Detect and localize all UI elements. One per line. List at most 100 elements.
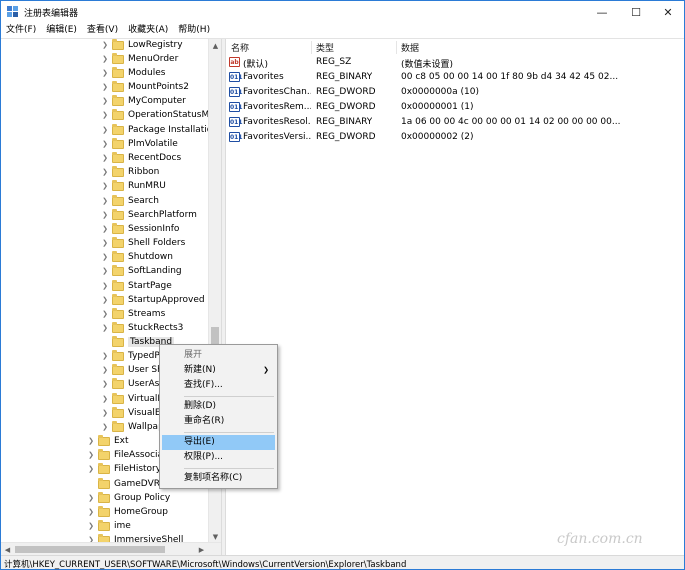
tree-item[interactable]: ❯ Streams: [100, 307, 165, 321]
chevron-right-icon[interactable]: ❯: [100, 395, 110, 403]
tree-item[interactable]: ❯ VisualEf: [100, 406, 164, 420]
tree-item[interactable]: ❯ MountPoints2: [100, 80, 189, 94]
value-row[interactable]: 011 Favorites REG_BINARY 00 c8 05 00 00 …: [226, 70, 684, 85]
tree-item[interactable]: ❯ ime: [86, 519, 131, 533]
tree-item[interactable]: ❯ RecentDocs: [100, 151, 181, 165]
tree-item[interactable]: ❯ UserAss: [100, 377, 164, 391]
chevron-right-icon[interactable]: ❯: [100, 168, 110, 176]
tree-item[interactable]: ❯ SearchPlatform: [100, 208, 197, 222]
column-header-name[interactable]: 名称: [231, 41, 249, 54]
column-divider[interactable]: [396, 41, 397, 54]
tree-item[interactable]: ❯ StartupApproved: [100, 293, 205, 307]
tree-item[interactable]: ❯ Shell Folders: [100, 236, 185, 250]
folder-icon: [112, 349, 124, 361]
tree-item[interactable]: ❯ RunMRU: [100, 179, 166, 193]
context-menu-new[interactable]: 新建(N) ❯: [162, 363, 275, 378]
close-button[interactable]: ✕: [652, 1, 684, 23]
tree-item[interactable]: ❯ SessionInfo: [100, 222, 179, 236]
value-type: REG_DWORD: [316, 102, 376, 112]
tree-item[interactable]: ❯ FileHistory: [86, 462, 161, 476]
chevron-right-icon[interactable]: ❯: [100, 409, 110, 417]
column-header-type[interactable]: 类型: [316, 41, 334, 54]
chevron-right-icon[interactable]: ❯: [100, 239, 110, 247]
column-divider[interactable]: [311, 41, 312, 54]
context-menu-find[interactable]: 查找(F)...: [162, 378, 275, 393]
chevron-right-icon[interactable]: ❯: [100, 140, 110, 148]
tree-item[interactable]: ❯ Package Installation: [100, 123, 218, 137]
maximize-button[interactable]: ☐: [620, 1, 652, 23]
value-row[interactable]: 011 FavoritesRem... REG_DWORD 0x00000001…: [226, 100, 684, 115]
context-menu-copy-key-name[interactable]: 复制项名称(C): [162, 471, 275, 486]
tree-item[interactable]: ❯ MenuOrder: [100, 52, 178, 66]
tree-item[interactable]: ❯ HomeGroup: [86, 505, 168, 519]
chevron-right-icon[interactable]: ❯: [100, 225, 110, 233]
context-menu-rename[interactable]: 重命名(R): [162, 414, 275, 429]
tree-item[interactable]: ❯ StuckRects3: [100, 321, 183, 335]
chevron-right-icon[interactable]: ❯: [86, 522, 96, 530]
minimize-button[interactable]: —: [586, 1, 618, 23]
tree-item[interactable]: ❯ StartPage: [100, 279, 172, 293]
value-row[interactable]: 011 FavoritesChan... REG_DWORD 0x0000000…: [226, 85, 684, 100]
chevron-right-icon[interactable]: ❯: [100, 296, 110, 304]
context-menu-expand[interactable]: 展开: [162, 348, 275, 363]
chevron-right-icon[interactable]: ❯: [100, 253, 110, 261]
chevron-right-icon[interactable]: ❯: [100, 380, 110, 388]
chevron-right-icon[interactable]: ❯: [100, 423, 110, 431]
value-row[interactable]: 011 FavoritesResol... REG_BINARY 1a 06 0…: [226, 115, 684, 130]
chevron-right-icon[interactable]: ❯: [86, 508, 96, 516]
chevron-right-icon[interactable]: ❯: [100, 97, 110, 105]
chevron-right-icon[interactable]: ❯: [100, 83, 110, 91]
chevron-right-icon[interactable]: ❯: [86, 465, 96, 473]
tree-horizontal-scrollbar[interactable]: ◀ ▶: [1, 542, 221, 555]
chevron-right-icon[interactable]: ❯: [100, 41, 110, 49]
chevron-right-icon[interactable]: ❯: [100, 282, 110, 290]
tree-item[interactable]: GameDVR: [86, 477, 160, 491]
tree-item[interactable]: ❯ Ribbon: [100, 165, 159, 179]
menu-file[interactable]: 文件(F): [1, 23, 41, 39]
chevron-right-icon[interactable]: ❯: [100, 310, 110, 318]
menu-edit[interactable]: 编辑(E): [41, 23, 82, 39]
chevron-right-icon[interactable]: ❯: [100, 154, 110, 162]
chevron-right-icon[interactable]: ❯: [100, 352, 110, 360]
tree-item[interactable]: ❯ User Sh: [100, 363, 163, 377]
chevron-right-icon[interactable]: ❯: [100, 366, 110, 374]
tree-item[interactable]: ❯ OperationStatusMa: [100, 108, 215, 122]
tree-item[interactable]: ❯ Search: [100, 194, 159, 208]
folder-icon: [112, 39, 124, 50]
values-list[interactable]: 名称 类型 数据 ab (默认) REG_SZ (数值未设置) 011 Favo…: [226, 39, 684, 555]
tree-item[interactable]: ❯ Shutdown: [100, 250, 173, 264]
chevron-right-icon[interactable]: ❯: [86, 494, 96, 502]
tree-item[interactable]: ❯ Wallpap: [100, 420, 164, 434]
context-menu-permissions[interactable]: 权限(P)...: [162, 450, 275, 465]
chevron-right-icon[interactable]: ❯: [100, 126, 110, 134]
tree-item[interactable]: ❯ PlmVolatile: [100, 137, 178, 151]
value-row[interactable]: 011 FavoritesVersi... REG_DWORD 0x000000…: [226, 130, 684, 145]
chevron-right-icon[interactable]: ❯: [86, 437, 96, 445]
menu-view[interactable]: 查看(V): [82, 23, 123, 39]
chevron-right-icon[interactable]: ❯: [100, 324, 110, 332]
chevron-right-icon[interactable]: ❯: [86, 451, 96, 459]
tree-item[interactable]: ❯ Modules: [100, 66, 165, 80]
tree-item[interactable]: ❯ TypedPa: [100, 349, 165, 363]
column-header-data[interactable]: 数据: [401, 41, 419, 54]
chevron-right-icon[interactable]: ❯: [100, 267, 110, 275]
scroll-thumb[interactable]: [15, 546, 165, 553]
tree-item[interactable]: ❯ MyComputer: [100, 94, 186, 108]
tree-item[interactable]: ❯ FileAssociati: [86, 448, 169, 462]
chevron-right-icon[interactable]: ❯: [100, 55, 110, 63]
context-menu-delete[interactable]: 删除(D): [162, 399, 275, 414]
tree-item[interactable]: ❯ Ext: [86, 434, 129, 448]
tree-item[interactable]: ❯ SoftLanding: [100, 264, 182, 278]
tree-item[interactable]: ❯ LowRegistry: [100, 39, 183, 52]
context-menu-export[interactable]: 导出(E): [162, 435, 275, 450]
chevron-right-icon[interactable]: ❯: [100, 197, 110, 205]
menu-favorites[interactable]: 收藏夹(A): [123, 23, 173, 39]
tree-item[interactable]: ❯ Group Policy: [86, 491, 170, 505]
menu-help[interactable]: 帮助(H): [173, 23, 215, 39]
value-row[interactable]: ab (默认) REG_SZ (数值未设置): [226, 55, 684, 70]
chevron-right-icon[interactable]: ❯: [100, 69, 110, 77]
chevron-right-icon[interactable]: ❯: [100, 111, 110, 119]
tree-item[interactable]: ❯ VirtualD: [100, 392, 164, 406]
chevron-right-icon[interactable]: ❯: [100, 211, 110, 219]
chevron-right-icon[interactable]: ❯: [100, 182, 110, 190]
